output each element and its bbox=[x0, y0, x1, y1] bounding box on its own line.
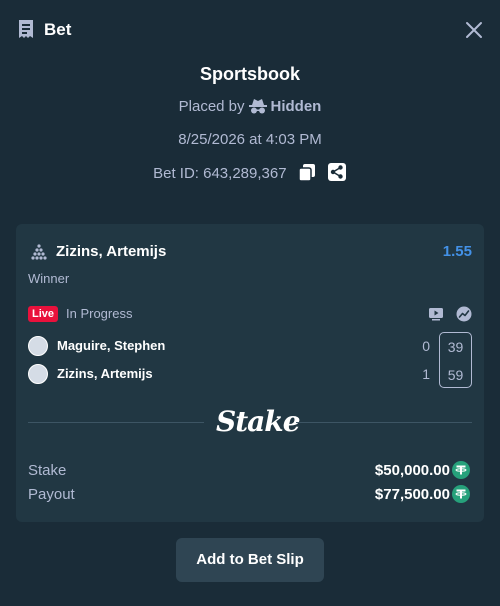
modal-header: Bet bbox=[0, 0, 500, 60]
stake-logo: Stake bbox=[216, 405, 301, 438]
bet-slip-icon bbox=[19, 20, 33, 38]
player-avatar bbox=[28, 336, 48, 356]
bet-card: Zizins, Artemijs 1.55 Winner Live In Pro… bbox=[16, 224, 484, 522]
stats-icon[interactable] bbox=[456, 306, 472, 322]
player-frame-score: 39 bbox=[447, 339, 464, 355]
tether-icon bbox=[452, 485, 470, 503]
player-sets: 0 bbox=[422, 338, 430, 354]
bet-id-row: Bet ID: 643,289,367 bbox=[0, 162, 500, 182]
player-avatar bbox=[28, 364, 48, 384]
live-stream-icon[interactable] bbox=[428, 306, 444, 322]
player-frame-score: 59 bbox=[447, 367, 464, 383]
payout-value: $77,500.00 bbox=[374, 486, 450, 503]
placed-by-user[interactable]: Hidden bbox=[271, 98, 322, 115]
copy-icon[interactable] bbox=[297, 162, 317, 182]
incognito-icon bbox=[248, 99, 267, 114]
stake-value: $50,000.00 bbox=[374, 462, 450, 479]
player-name: Zizins, Artemijs bbox=[57, 366, 153, 381]
close-icon[interactable] bbox=[464, 20, 484, 40]
divider bbox=[296, 422, 472, 423]
market-name: Winner bbox=[28, 271, 70, 286]
divider bbox=[28, 422, 204, 423]
odds-value: 1.55 bbox=[442, 243, 472, 260]
stake-label: Stake bbox=[28, 462, 67, 479]
add-to-bet-slip-button[interactable]: Add to Bet Slip bbox=[176, 538, 324, 582]
bet-datetime: 8/25/2026 at 4:03 PM bbox=[178, 131, 322, 148]
placed-by-label: Placed by bbox=[178, 98, 245, 115]
event-selection[interactable]: Zizins, Artemijs bbox=[56, 243, 166, 260]
bet-source: Sportsbook bbox=[199, 64, 300, 84]
payout-label: Payout bbox=[28, 486, 75, 503]
placed-by: Placed by Hidden bbox=[0, 98, 500, 115]
player-name: Maguire, Stephen bbox=[57, 338, 166, 353]
share-icon[interactable] bbox=[327, 162, 347, 182]
player-sets: 1 bbox=[422, 366, 430, 382]
tether-icon bbox=[452, 461, 470, 479]
match-status: In Progress bbox=[66, 306, 133, 321]
live-badge: Live bbox=[28, 306, 59, 322]
snooker-icon bbox=[31, 244, 47, 260]
current-frame-score: 39 59 bbox=[439, 332, 472, 388]
modal-title: Bet bbox=[44, 20, 72, 39]
bet-id: Bet ID: 643,289,367 bbox=[153, 165, 287, 182]
